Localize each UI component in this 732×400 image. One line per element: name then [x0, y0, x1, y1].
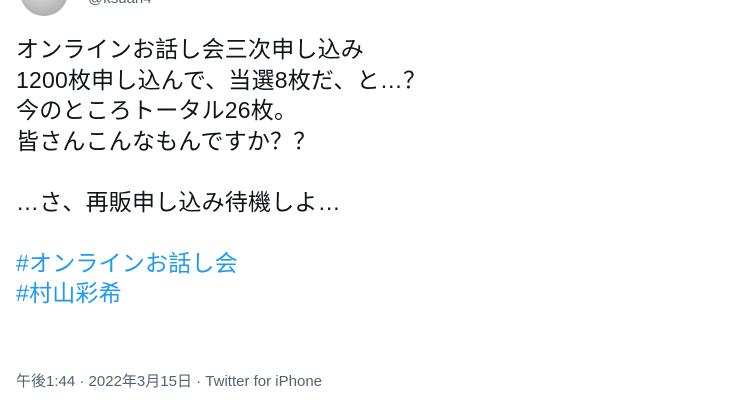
tweet-line: 今のところトータル26枚。: [16, 97, 298, 123]
tweet-line: …さ、再販申し込み待機しよ…: [16, 188, 341, 215]
tweet-date[interactable]: 2022年3月15日: [89, 373, 192, 390]
tweet-meta: 午後1:44 · 2022年3月15日 · Twitter for iPhone: [16, 372, 322, 392]
tweet-detail: @ksuari4 オンラインお話し会三次申し込み 1200枚申し込んで、当選8枚…: [0, 0, 732, 400]
meta-separator: ·: [75, 373, 89, 390]
tweet-time[interactable]: 午後1:44: [16, 373, 75, 390]
tweet-line: 皆さんこんなもんですか？？: [16, 127, 317, 154]
tweet-line: オンラインお話し会三次申し込み: [16, 36, 364, 62]
hashtag-link[interactable]: #村山彩希: [16, 278, 716, 309]
tweet-source[interactable]: Twitter for iPhone: [205, 373, 322, 390]
hashtag-link[interactable]: #オンラインお話し会: [16, 248, 716, 279]
tweet-text: オンラインお話し会三次申し込み 1200枚申し込んで、当選8枚だ、と…？ 今のと…: [16, 34, 716, 309]
avatar[interactable]: [20, 0, 68, 16]
tweet-line: 1200枚申し込んで、当選8枚だ、と…？: [16, 66, 427, 93]
author-handle[interactable]: @ksuari4: [88, 0, 152, 9]
meta-separator: ·: [191, 373, 206, 390]
